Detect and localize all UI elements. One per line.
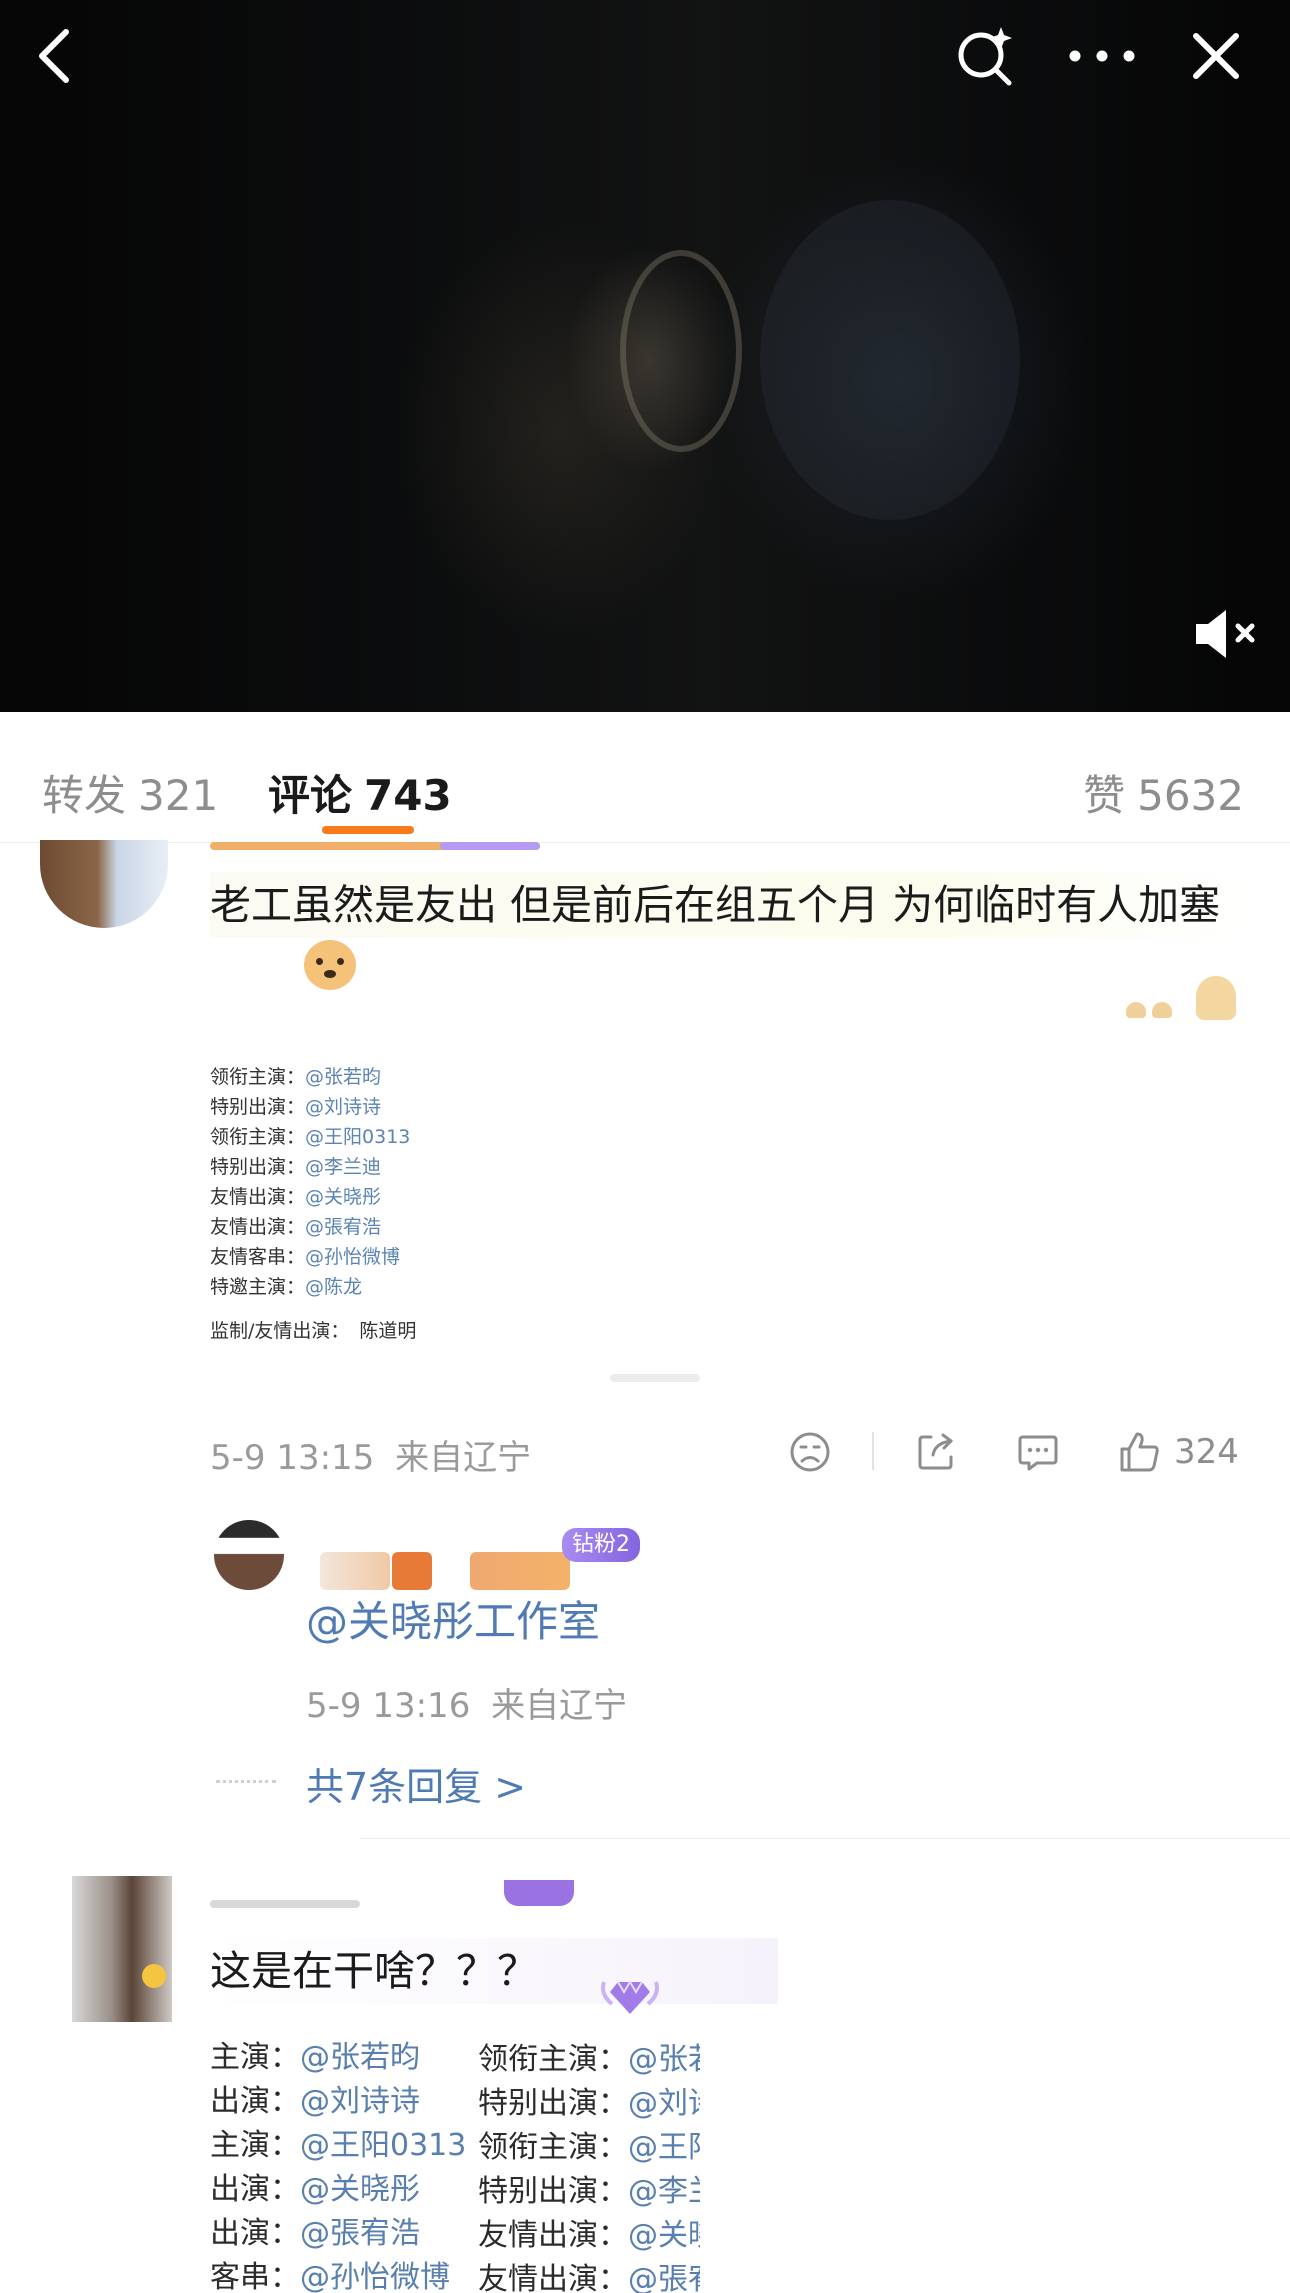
reply-avatar[interactable]: [214, 1520, 284, 1590]
cast-credits-image[interactable]: 主演：@张若昀 出演：@刘诗诗 主演：@王阳0313 出演：@关晓彤 出演：@張…: [210, 2036, 700, 2293]
reply-username-blurred-2: [392, 1552, 432, 1590]
comment-bubble-icon: [1018, 1435, 1058, 1471]
credit-line: 领衔主演：@王阳: [478, 2130, 700, 2165]
comment-text: 这是在干啥？？？: [210, 1938, 778, 2004]
close-icon: [1193, 33, 1239, 79]
watermark: [610, 1374, 700, 1382]
credit-line: 特邀主演：@陈龙: [210, 1276, 363, 1298]
more-button[interactable]: [1060, 20, 1144, 92]
comment-time: 5-9 13:15: [210, 1438, 375, 1478]
username-blurred[interactable]: [210, 1900, 360, 1908]
thumbs-up-icon: [1120, 1432, 1159, 1472]
action-divider: [872, 1432, 874, 1470]
tab-bar: 转发 321 评论 743 赞 5632: [0, 712, 1290, 843]
credit-line: 领衔主演：@张若: [478, 2042, 700, 2077]
credit-line: 出演：@刘诗诗: [210, 2084, 420, 2119]
tab-comment-count: 743: [364, 771, 452, 820]
tab-repost[interactable]: 转发 321: [42, 762, 218, 823]
avatar[interactable]: [72, 1876, 172, 2022]
mute-button[interactable]: [1186, 604, 1266, 664]
credit-line: 友情出演：@关晓彤: [210, 1186, 382, 1208]
credit-line-producer: 监制/友情出演： 陈道明: [210, 1320, 417, 1342]
credit-line: 特别出演：@刘诗: [478, 2086, 700, 2121]
like-count: 324: [1174, 1432, 1239, 1472]
credit-line: 领衔主演：@张若昀: [210, 1066, 382, 1088]
credit-line: 主演：@王阳0313: [210, 2128, 467, 2163]
video-player[interactable]: [0, 0, 1290, 712]
credit-line: 出演：@关晓彤: [210, 2172, 420, 2207]
user-badge: [440, 842, 540, 850]
search-button[interactable]: [948, 20, 1024, 92]
comment-text: 老工虽然是友出 但是前后在组五个月 为何临时有人加塞: [210, 872, 1250, 938]
credit-line: 领衔主演：@王阳0313: [210, 1126, 411, 1148]
share-icon: [918, 1433, 953, 1470]
video-frame-door-ring: [620, 250, 742, 452]
reply-divider-dots: [216, 1780, 276, 1783]
tab-repost-count: 321: [138, 771, 219, 820]
credit-line: 友情出演：@关晓: [478, 2218, 700, 2253]
cast-credits-image[interactable]: 领衔主演：@张若昀 特别出演：@刘诗诗 领衔主演：@王阳0313 特别出演：@李…: [210, 1062, 630, 1346]
back-button[interactable]: [18, 20, 90, 92]
tab-comment[interactable]: 评论 743: [268, 762, 452, 823]
reply-meta: 5-9 13:16 来自辽宁: [306, 1678, 627, 1727]
share-button[interactable]: [912, 1424, 960, 1480]
reply-time: 5-9 13:16: [306, 1686, 471, 1726]
credit-line: 特别出演：@李兰迪: [210, 1156, 382, 1178]
tab-comment-label: 评论: [268, 771, 353, 820]
tab-like-count: 5632: [1137, 771, 1244, 820]
active-tab-indicator: [322, 826, 414, 834]
credit-line: 友情客串：@孙怡微博: [210, 1246, 401, 1268]
credit-line: 特别出演：@李兰: [478, 2174, 700, 2209]
dog-emoji-icon: [304, 940, 356, 990]
close-button[interactable]: [1176, 20, 1256, 92]
frown-face-icon: [790, 1432, 830, 1472]
credit-line: 友情出演：@張宥浩: [210, 1216, 382, 1238]
ellipsis-icon: [1069, 50, 1135, 62]
chevron-left-icon: [39, 29, 69, 83]
reply-button[interactable]: [1014, 1424, 1062, 1480]
reply-username-blurred-1: [320, 1552, 390, 1590]
credit-line: 出演：@張宥浩: [210, 2216, 420, 2251]
dislike-button[interactable]: [786, 1424, 834, 1480]
tab-like-label: 赞: [1083, 771, 1126, 820]
credit-line: 主演：@张若昀: [210, 2040, 420, 2075]
comment-separator: [360, 1838, 1290, 1839]
reply-username-blurred-3: [470, 1552, 570, 1590]
fan-badge: 钻粉2: [562, 1528, 640, 1562]
reply-mention-link[interactable]: @关晓彤工作室: [306, 1588, 600, 1649]
comment-location: 来自辽宁: [395, 1438, 532, 1478]
avatar[interactable]: [40, 840, 168, 928]
reply-location: 来自辽宁: [491, 1686, 628, 1726]
credit-line: 友情出演：@張宥: [478, 2262, 700, 2293]
video-frame-hand: [760, 200, 1020, 520]
tab-like[interactable]: 赞 5632: [1083, 762, 1244, 823]
tab-repost-label: 转发: [42, 771, 127, 820]
like-button[interactable]: 324: [1118, 1424, 1258, 1480]
credit-line: 客串：@孙怡微博: [210, 2260, 450, 2293]
credit-line: 特别出演：@刘诗诗: [210, 1096, 382, 1118]
verified-badge-icon: [142, 1964, 166, 1988]
diamond-badge-icon: [598, 1968, 662, 2020]
search-sparkle-icon: [958, 27, 1012, 86]
user-badge: [504, 1880, 574, 1906]
speaker-muted-icon: [1196, 610, 1255, 658]
comment-meta: 5-9 13:15 来自辽宁: [210, 1430, 531, 1479]
view-replies-link[interactable]: 共7条回复 >: [306, 1756, 526, 1811]
dumpling-sticker-icon: [1126, 976, 1238, 1024]
